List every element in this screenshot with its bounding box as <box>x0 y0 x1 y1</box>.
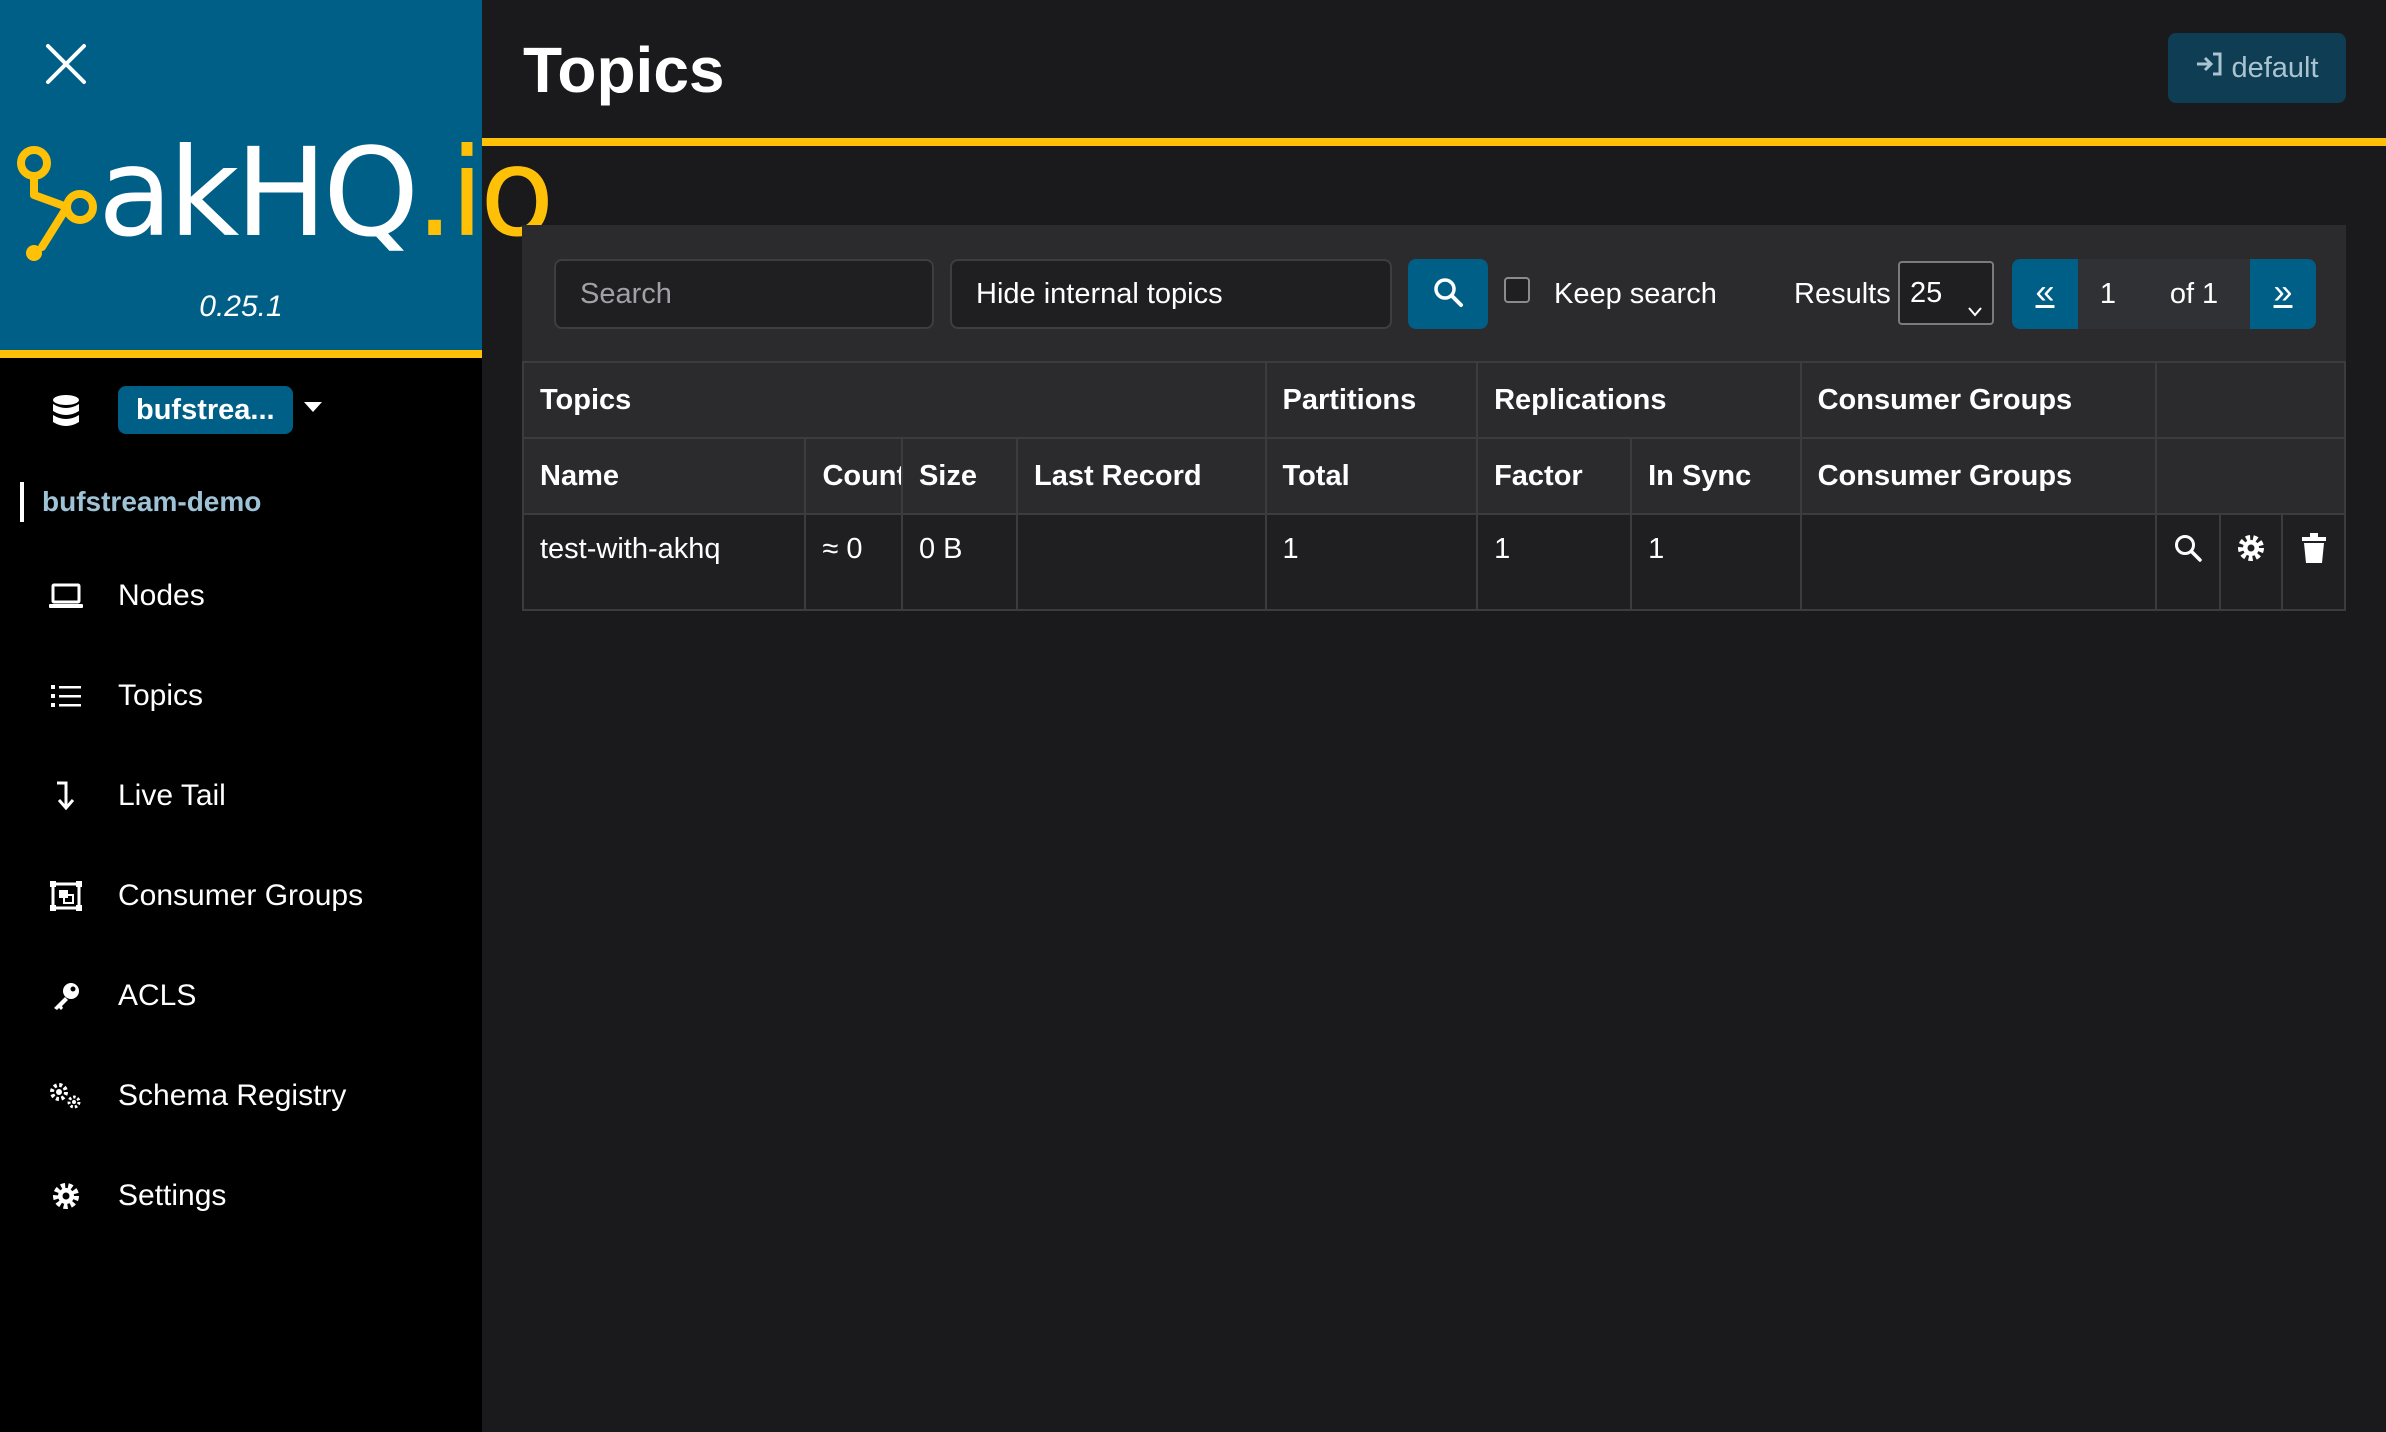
column-header-consumer-groups[interactable]: Consumer Groups <box>1799 437 2157 515</box>
column-header-actions <box>2154 437 2347 515</box>
table-group-header-row: Topics Partitions Replications Consumer … <box>522 361 2347 439</box>
sidebar-item-label: Consumer Groups <box>118 879 364 912</box>
caret-down-icon[interactable] <box>304 402 322 412</box>
login-button[interactable]: default <box>2168 33 2346 103</box>
column-header-size[interactable]: Size <box>900 437 1018 515</box>
topic-settings-button[interactable] <box>2218 513 2284 611</box>
group-header-consumer-groups: Consumer Groups <box>1799 361 2157 439</box>
object-group-icon <box>48 879 84 913</box>
pagination-prev-button[interactable]: « <box>2012 259 2078 329</box>
key-icon <box>48 979 84 1013</box>
page-title: Topics <box>523 34 725 106</box>
column-header-in-sync[interactable]: In Sync <box>1630 437 1802 515</box>
group-header-partitions: Partitions <box>1264 361 1479 439</box>
column-header-name[interactable]: Name <box>521 437 807 515</box>
group-header-topics: Topics <box>522 361 1267 439</box>
close-icon[interactable] <box>40 38 92 90</box>
cluster-selector-button[interactable]: bufstrea... <box>118 386 293 434</box>
keep-search-label: Keep search <box>1554 278 1717 310</box>
cell-topic-name[interactable]: test-with-akhq <box>521 513 807 611</box>
topics-toolbar: Search Hide internal topics Keep search … <box>522 225 2346 361</box>
search-input[interactable]: Search <box>554 259 934 329</box>
cell-size: 0 B <box>900 513 1018 611</box>
sidebar: akHQ.io 0.25.1 bufstrea... bufstream-dem… <box>0 0 555 1432</box>
app-version: 0.25.1 <box>199 290 283 323</box>
laptop-icon <box>48 579 84 613</box>
table-column-header-row: Name Count Size Last Record Total Factor… <box>521 437 2347 515</box>
brand-header: akHQ.io 0.25.1 <box>0 0 555 352</box>
topic-filter-select[interactable]: Hide internal topics <box>950 259 1392 329</box>
pagination-total-pages: of 1 <box>2169 278 2219 310</box>
group-header-actions <box>2154 361 2347 439</box>
search-icon <box>1432 276 1464 313</box>
cell-partitions-total: 1 <box>1264 513 1479 611</box>
cell-in-sync: 1 <box>1630 513 1802 611</box>
pagination: « 1 of 1 » <box>2012 259 2316 329</box>
sidebar-item-label: Schema Registry <box>118 1079 347 1112</box>
column-header-count[interactable]: Count <box>804 437 903 515</box>
brand-divider <box>0 350 482 358</box>
sign-in-icon <box>2195 51 2223 85</box>
header-divider <box>482 138 2386 146</box>
cell-last-record <box>1015 513 1267 611</box>
topics-table: Topics Partitions Replications Consumer … <box>521 361 2347 611</box>
cogs-icon <box>48 1079 84 1113</box>
pagination-current-page: 1 <box>2099 278 2117 310</box>
sidebar-item-label: Live Tail <box>118 779 226 812</box>
database-icon <box>50 394 82 430</box>
chevron-down-icon <box>1966 283 1984 343</box>
topics-panel: Search Hide internal topics Keep search … <box>521 225 2347 611</box>
delete-topic-button[interactable] <box>2281 513 2346 611</box>
sidebar-item-label: Settings <box>118 1179 227 1212</box>
sidebar-item-consumer-groups[interactable]: Consumer Groups <box>0 861 482 931</box>
trash-icon <box>2301 533 2327 570</box>
table-row[interactable]: test-with-akhq ≈ 0 0 B 1 1 1 <box>521 513 2346 611</box>
sidebar-item-live-tail[interactable]: Live Tail <box>0 761 482 831</box>
sidebar-item-settings[interactable]: Settings <box>0 1161 482 1231</box>
results-label: Results <box>1794 278 1891 310</box>
view-topic-button[interactable] <box>2154 513 2221 611</box>
sidebar-item-schema-registry[interactable]: Schema Registry <box>0 1061 482 1131</box>
cell-count: ≈ 0 <box>804 513 903 611</box>
cog-icon <box>2236 535 2266 570</box>
sidebar-item-label: Topics <box>118 679 204 712</box>
level-down-icon <box>48 779 84 813</box>
cell-replication-factor: 1 <box>1476 513 1633 611</box>
results-per-page-select[interactable]: 25 <box>1898 261 1994 325</box>
search-button[interactable] <box>1408 259 1488 329</box>
column-header-total[interactable]: Total <box>1264 437 1479 515</box>
column-header-factor[interactable]: Factor <box>1476 437 1633 515</box>
sidebar-item-label: ACLS <box>118 979 197 1012</box>
sidebar-item-nodes[interactable]: Nodes <box>0 561 482 631</box>
cluster-name-link[interactable]: bufstream-demo <box>20 482 261 522</box>
sidebar-item-topics[interactable]: Topics <box>0 661 482 731</box>
cluster-selector: bufstrea... <box>0 382 482 442</box>
sidebar-item-acls[interactable]: ACLS <box>0 961 482 1031</box>
keep-search-checkbox[interactable] <box>1504 277 1530 303</box>
logo-text-main: akHQ <box>98 122 419 264</box>
column-header-last-record[interactable]: Last Record <box>1015 437 1267 515</box>
results-per-page-value: 25 <box>1910 277 1943 309</box>
cog-icon <box>48 1179 84 1213</box>
search-icon <box>2173 535 2203 570</box>
pagination-next-button[interactable]: » <box>2250 259 2316 329</box>
list-icon <box>48 679 84 713</box>
cell-consumer-groups <box>1799 513 2157 611</box>
login-button-label: default <box>2231 51 2319 84</box>
sidebar-item-label: Nodes <box>118 579 205 612</box>
group-header-replications: Replications <box>1476 361 1802 439</box>
